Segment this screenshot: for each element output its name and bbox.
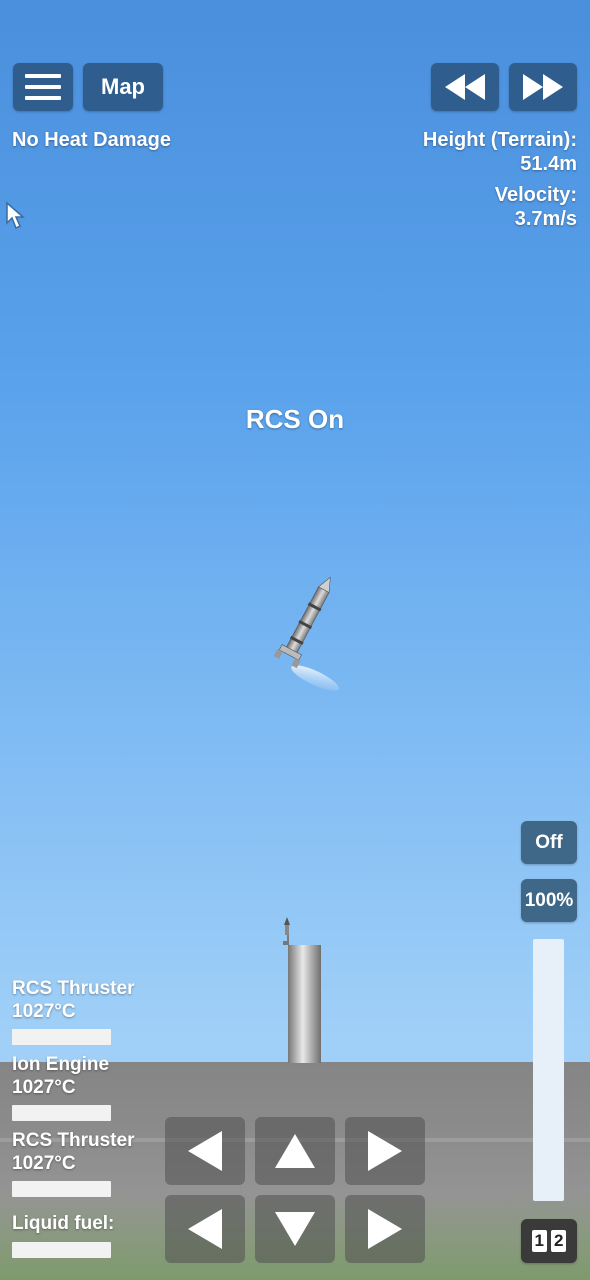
part-temp-bar-3 (12, 1181, 111, 1197)
stage-selector[interactable]: 1 2 (521, 1219, 577, 1263)
stage-digit-1: 1 (531, 1230, 547, 1252)
velocity-label: Velocity: (494, 184, 577, 206)
arrow-right-icon (368, 1209, 402, 1249)
stage-digit-2: 2 (551, 1230, 567, 1252)
fuel-label: Liquid fuel: (12, 1213, 115, 1234)
rotate-right-button[interactable] (345, 1195, 425, 1263)
heat-damage-status: No Heat Damage (12, 129, 171, 151)
fast-forward-button[interactable] (509, 63, 577, 111)
arrow-left-icon (188, 1131, 222, 1171)
arrow-left-icon (188, 1209, 222, 1249)
throttle-slider[interactable] (533, 939, 564, 1201)
launch-tower (283, 917, 321, 1063)
rcs-down-button[interactable] (255, 1195, 335, 1263)
part-temp-2: 1027°C (12, 1077, 76, 1098)
part-temp-1: 1027°C (12, 1001, 76, 1022)
map-button[interactable]: Map (83, 63, 163, 111)
velocity-value: 3.7m/s (514, 208, 577, 230)
arrow-right-icon (368, 1131, 402, 1171)
rotate-left-button[interactable] (165, 1195, 245, 1263)
rewind-button[interactable] (431, 63, 499, 111)
fuel-bar (12, 1242, 111, 1258)
part-temp-bar-2 (12, 1105, 111, 1121)
part-name-3: RCS Thruster (12, 1130, 135, 1151)
hamburger-menu-icon (25, 74, 61, 100)
engine-off-button[interactable]: Off (521, 821, 577, 864)
menu-button[interactable] (13, 63, 73, 111)
rcs-status-message: RCS On (245, 404, 345, 434)
part-temp-3: 1027°C (12, 1153, 76, 1174)
height-label: Height (Terrain): (422, 129, 577, 151)
rcs-left-button[interactable] (165, 1117, 245, 1185)
cursor-icon (6, 201, 25, 230)
height-value: 51.4m (520, 153, 577, 175)
throttle-full-button[interactable]: 100% (521, 879, 577, 922)
rocket (273, 576, 339, 691)
fast-forward-icon (523, 74, 563, 100)
part-temp-bar-1 (12, 1029, 111, 1045)
part-name-1: RCS Thruster (12, 978, 135, 999)
arrow-down-icon (275, 1212, 315, 1246)
rcs-right-button[interactable] (345, 1117, 425, 1185)
rewind-icon (445, 74, 485, 100)
part-name-2: Ion Engine (12, 1054, 110, 1075)
arrow-up-icon (275, 1134, 315, 1168)
rcs-up-button[interactable] (255, 1117, 335, 1185)
